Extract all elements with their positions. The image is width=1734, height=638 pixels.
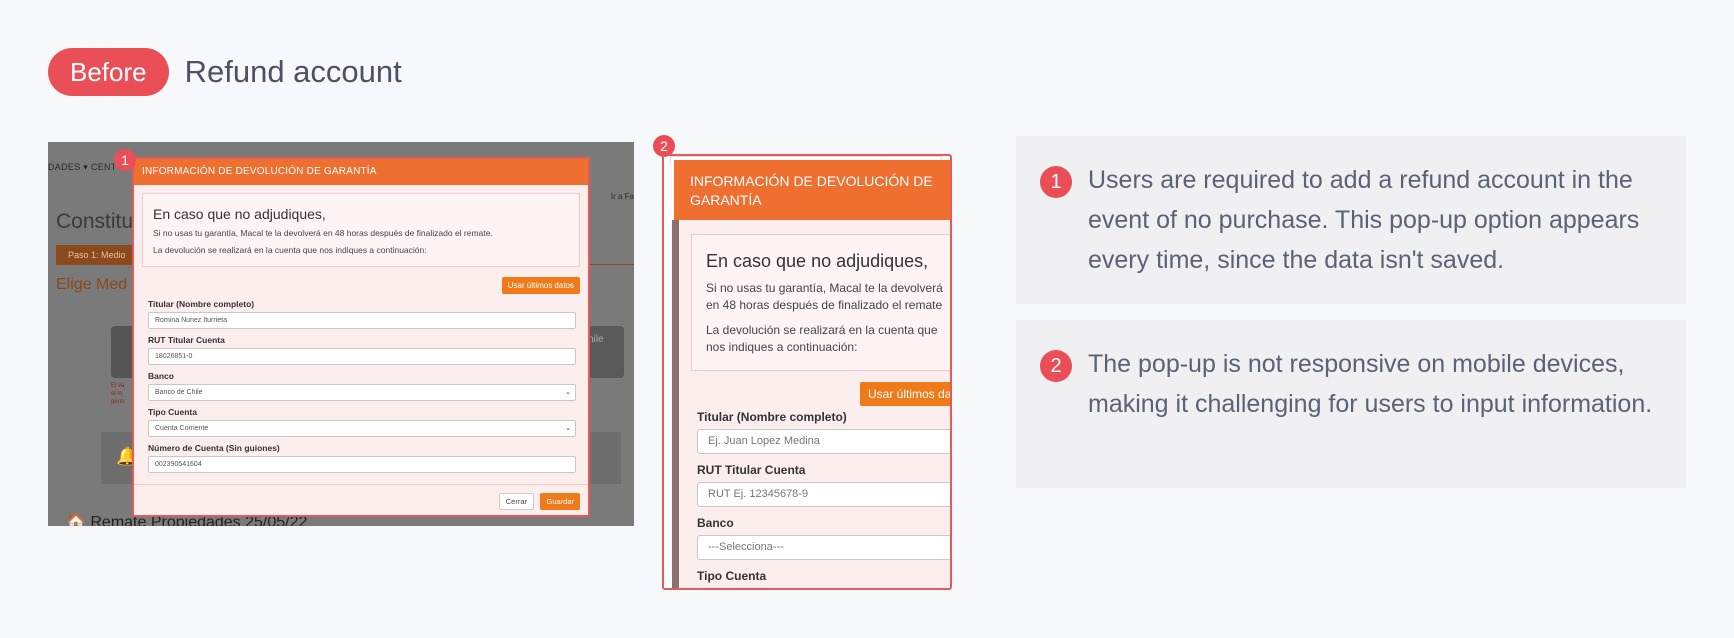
background-heading: Constitu [56,210,134,233]
info-text-line: nos indiques a continuación: [706,340,858,354]
info-text: Si no usas tu garantía, Macal te la devo… [153,228,493,238]
field-label: Titular (Nombre completo) [148,299,255,309]
info-heading: En caso que no adjudiques, [706,251,929,271]
modal-title-line: GARANTÍA [690,192,762,208]
save-button[interactable]: Guardar [540,493,580,510]
background-nav: DADES ▾ CENT [48,162,117,172]
holder-name-input[interactable]: Romina Nunez Iturrieta [148,312,576,329]
rut-input[interactable]: RUT Ej. 12345678-9 [697,482,950,507]
info-text: La devolución se realizará en la cuenta … [706,322,950,356]
before-badge: Before [48,48,169,96]
close-button[interactable]: Cerrar [498,493,534,510]
marker-1: 1 [114,149,136,171]
bank-select[interactable]: Banco de Chile ⌄ [148,384,576,401]
background-tile: hile [586,326,624,378]
info-text-line: La devolución se realizará en la cuenta … [706,323,938,337]
refund-form: Titular (Nombre completo) Romina Nunez I… [148,299,576,479]
field-label: Tipo Cuenta [148,407,197,417]
modal-title: INFORMACIÓN DE DEVOLUCIÓN DE GARANTÍA [134,159,588,185]
account-type-select[interactable]: Cuenta Corriente ⌄ [148,420,576,437]
chevron-down-icon: ⌄ [565,389,571,396]
use-last-data-button[interactable]: Usar últimos datos [860,382,950,406]
refund-modal-desktop: INFORMACIÓN DE DEVOLUCIÓN DE GARANTÍA En… [132,157,590,517]
info-text-line: en 48 horas después de finalizado el rem… [706,298,943,312]
info-text: La devolución se realizará en la cuenta … [153,245,427,255]
holder-name-input[interactable]: Ej. Juan Lopez Medina [697,429,950,454]
background-step-tab: Paso 1: Medio [56,245,136,265]
field-label: RUT Titular Cuenta [697,463,806,477]
rut-input[interactable]: 18026851-0 [148,348,576,365]
field-label: Titular (Nombre completo) [697,410,847,424]
info-text: Si no usas tu garantía, Macal te la devo… [706,280,950,314]
annotation-number: 1 [1040,166,1072,198]
scrollbar[interactable] [672,220,679,588]
modal-title: INFORMACIÓN DE DEVOLUCIÓN DE GARANTÍA [674,160,950,220]
annotation-text: The pop-up is not responsive on mobile d… [1088,350,1653,418]
bank-select[interactable]: ---Selecciona--- [697,535,950,560]
mobile-screenshot: INFORMACIÓN DE DEVOLUCIÓN DE GARANTÍA En… [662,154,952,590]
refund-form: Titular (Nombre completo) Ej. Juan Lopez… [697,410,950,588]
field-label: Tipo Cuenta [697,569,767,583]
refund-modal-mobile: En caso que no adjudiques, Si no usas tu… [679,220,950,588]
account-number-input[interactable]: 002390541604 [148,456,576,473]
field-label: Banco [148,371,174,381]
annotation-text: Users are required to add a refund accou… [1088,166,1640,274]
field-label: Número de Cuenta (Sin guiones) [148,443,280,453]
bank-select-value: Banco de Chile [155,389,203,396]
modal-info-box: En caso que no adjudiques, Si no usas tu… [142,193,580,267]
page-title: Refund account [184,54,402,89]
info-heading: En caso que no adjudiques, [153,206,326,222]
header: Before Refund account [48,48,402,96]
account-type-value: Cuenta Corriente [155,425,209,432]
field-label: RUT Titular Cuenta [148,335,225,345]
modal-info-box: En caso que no adjudiques, Si no usas tu… [691,234,950,371]
info-text-line: Si no usas tu garantía, Macal te la devo… [706,281,943,295]
annotation-2: 2 The pop-up is not responsive on mobile… [1016,320,1686,488]
chevron-down-icon: ⌄ [565,425,571,432]
field-label: Banco [697,516,734,530]
use-last-data-button[interactable]: Usar últimos datos [501,277,580,294]
annotation-1: 1 Users are required to add a refund acc… [1016,136,1686,304]
modal-title-line: INFORMACIÓN DE DEVOLUCIÓN DE [690,173,933,189]
annotation-number: 2 [1040,350,1072,382]
background-subheading: Elige Med [56,276,128,293]
modal-footer-divider [134,484,588,485]
marker-2: 2 [653,135,675,157]
background-link: Ir a Fa [610,192,634,201]
